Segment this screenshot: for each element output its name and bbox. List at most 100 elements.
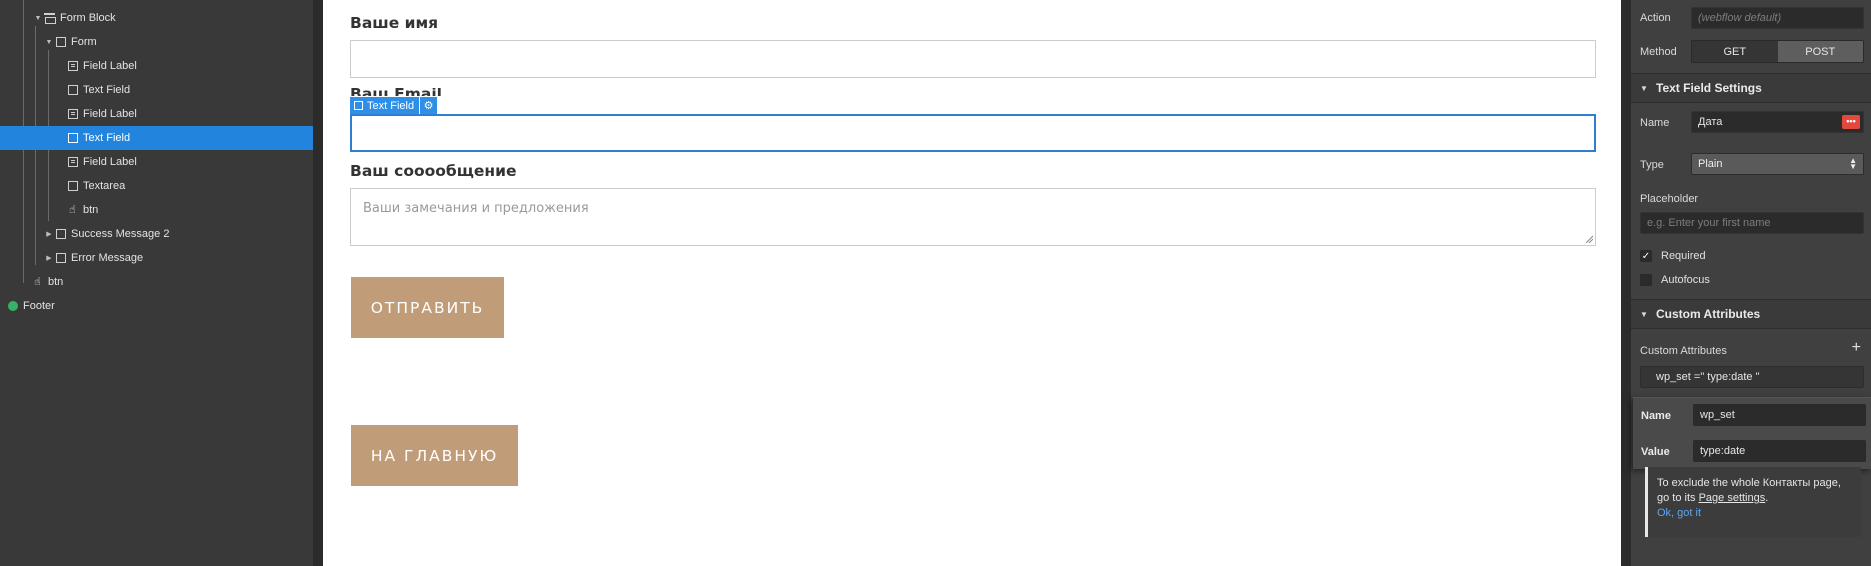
action-label: Action — [1640, 12, 1671, 24]
name-field-label[interactable]: Ваше имя — [350, 14, 438, 32]
selection-tag[interactable]: Text Field ⚙ — [350, 97, 438, 114]
navigator-item-label: Error Message — [71, 252, 144, 264]
chevron-down-icon: ▼ — [1640, 309, 1648, 319]
navigator-item-label: btn — [48, 276, 64, 288]
component-icon — [7, 301, 18, 312]
select-arrows-icon: ▲ ▼ — [1849, 156, 1857, 171]
navigator-item-field-label[interactable]: Field Label — [0, 54, 313, 78]
panel-divider — [313, 0, 323, 566]
popup-name-label: Name — [1641, 410, 1671, 422]
hand-pointer-icon: ☝ — [69, 203, 76, 216]
navigator-item-label: Form Block — [60, 12, 116, 24]
navigator-item-label: Footer — [23, 300, 55, 312]
navigator-item-btn[interactable]: ☝ btn — [0, 198, 313, 222]
section-title: Text Field Settings — [1656, 81, 1762, 95]
page-exclude-notice: To exclude the whole Контакты page, go t… — [1645, 467, 1861, 537]
notice-text-line1: To exclude the whole Контакты page, — [1657, 477, 1841, 489]
method-get-button[interactable]: GET — [1692, 41, 1778, 62]
text-field-settings-header[interactable]: ▼ Text Field Settings — [1631, 73, 1871, 103]
attribute-edit-popup: Name wp_set Value type:date — [1633, 397, 1871, 469]
panel-divider — [1621, 0, 1631, 566]
autofocus-checkbox[interactable] — [1640, 274, 1652, 286]
type-label: Type — [1640, 159, 1664, 171]
navigator-item-form-block[interactable]: ▼ Form Block — [0, 6, 313, 30]
navigator-item-label: Field Label — [83, 156, 137, 168]
selection-tag-text: Text Field — [367, 99, 415, 112]
method-post-button[interactable]: POST — [1777, 41, 1863, 62]
navigator-panel: ▼ Form Block ▼ Form Field Label Text Fie… — [0, 0, 313, 566]
textarea-placeholder: Ваши замечания и предложения — [363, 201, 589, 216]
navigator-item-success-message[interactable]: ▶ Success Message 2 — [0, 222, 313, 246]
label-icon — [67, 61, 78, 72]
box-icon — [55, 229, 66, 240]
navigator-item-label: Text Field — [83, 84, 131, 96]
type-select[interactable]: Plain ▲ ▼ — [1691, 153, 1864, 175]
email-field-label[interactable]: Ваш Email — [350, 88, 442, 96]
page-settings-link[interactable]: Page settings — [1699, 492, 1766, 504]
form-block-icon — [44, 13, 56, 24]
notice-text-line2: go to its Page settings. — [1657, 491, 1861, 506]
label-icon — [67, 109, 78, 120]
navigator-item-text-field[interactable]: Text Field — [0, 78, 313, 102]
navigator-item-btn[interactable]: ☝ btn — [0, 270, 313, 294]
design-canvas[interactable]: Ваше имя Ваш Email Text Field ⚙ Ваш сооо… — [323, 0, 1621, 566]
ok-got-it-link[interactable]: Ok, got it — [1657, 506, 1861, 521]
gear-icon[interactable]: ⚙ — [420, 97, 438, 114]
placeholder-input[interactable]: e.g. Enter your first name — [1640, 212, 1864, 234]
selection-tag-label[interactable]: Text Field — [350, 97, 420, 114]
required-checkbox-row[interactable]: ✓ Required — [1640, 250, 1706, 262]
placeholder-label: Placeholder — [1640, 193, 1699, 205]
box-icon — [67, 85, 78, 96]
navigator-item-label: Textarea — [83, 180, 126, 192]
navigator-item-label: Success Message 2 — [71, 228, 170, 240]
chevron-right-icon[interactable]: ▶ — [45, 254, 53, 262]
type-value: Plain — [1698, 158, 1723, 170]
popup-name-input[interactable]: wp_set — [1693, 404, 1866, 426]
attribute-item[interactable]: wp_set =" type:date " — [1640, 366, 1864, 388]
box-icon — [354, 101, 363, 110]
navigator-item-text-field-selected[interactable]: Text Field — [0, 126, 313, 150]
hand-pointer-icon: ☝ — [34, 275, 41, 288]
required-checkbox[interactable]: ✓ — [1640, 250, 1652, 262]
section-title: Custom Attributes — [1656, 307, 1761, 321]
email-input-selected[interactable] — [350, 114, 1596, 152]
navigator-item-label: Field Label — [83, 60, 137, 72]
autofocus-checkbox-row[interactable]: Autofocus — [1640, 274, 1710, 286]
method-label: Method — [1640, 46, 1677, 58]
message-textarea[interactable]: Ваши замечания и предложения — [350, 188, 1596, 246]
box-icon — [67, 133, 78, 144]
name-label: Name — [1640, 117, 1670, 129]
chevron-down-icon[interactable]: ▼ — [45, 39, 53, 46]
navigator-item-field-label[interactable]: Field Label — [0, 102, 313, 126]
navigator-item-form[interactable]: ▼ Form — [0, 30, 313, 54]
navigator-item-field-label[interactable]: Field Label — [0, 150, 313, 174]
box-icon — [67, 181, 78, 192]
add-attribute-icon[interactable]: + — [1852, 340, 1861, 356]
required-label: Required — [1661, 250, 1706, 262]
email-field-label-text: Ваш Email — [350, 88, 442, 96]
custom-attributes-label: Custom Attributes — [1640, 345, 1727, 357]
navigator-item-textarea[interactable]: Textarea — [0, 174, 313, 198]
submit-button[interactable]: ОТПРАВИТЬ — [351, 277, 504, 338]
navigator-item-label: Text Field — [83, 132, 131, 144]
name-input[interactable] — [350, 40, 1596, 78]
chevron-down-icon: ▼ — [1640, 83, 1648, 93]
popup-value-label: Value — [1641, 446, 1670, 458]
popup-value-input[interactable]: type:date — [1693, 440, 1866, 462]
notice-text-suffix: . — [1765, 492, 1769, 504]
navigator-item-error-message[interactable]: ▶ Error Message — [0, 246, 313, 270]
action-input[interactable]: (webflow default) — [1691, 7, 1864, 29]
more-options-icon[interactable]: ••• — [1842, 115, 1860, 129]
message-field-label[interactable]: Ваш сооообщение — [350, 162, 516, 180]
chevron-down-icon[interactable]: ▼ — [34, 15, 42, 22]
resize-grip-icon[interactable] — [1585, 235, 1593, 243]
name-input[interactable]: Дата ••• — [1691, 111, 1864, 133]
chevron-right-icon[interactable]: ▶ — [45, 230, 53, 238]
box-icon — [55, 253, 66, 264]
box-icon — [55, 37, 66, 48]
method-toggle[interactable]: GET POST — [1691, 40, 1864, 63]
home-button[interactable]: НА ГЛАВНУЮ — [351, 425, 518, 486]
navigator-item-footer[interactable]: Footer — [0, 294, 313, 318]
custom-attributes-header[interactable]: ▼ Custom Attributes — [1631, 299, 1871, 329]
navigator-item-label: btn — [83, 204, 99, 216]
